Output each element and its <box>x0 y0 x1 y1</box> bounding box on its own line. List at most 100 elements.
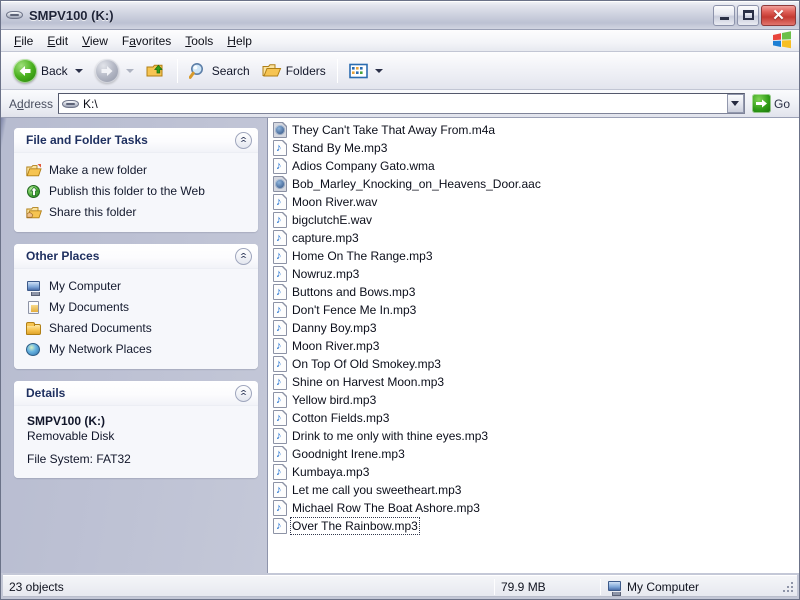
address-input[interactable]: K:\ <box>58 93 745 114</box>
folders-button[interactable]: Folders <box>256 56 332 86</box>
views-button[interactable] <box>343 56 389 86</box>
audio-file-icon: ♪ <box>273 356 287 372</box>
details-volume-name: SMPV100 (K:) <box>27 414 248 429</box>
file-list-item[interactable]: ♪Over The Rainbow.mp3 <box>271 517 799 535</box>
maximize-button[interactable] <box>737 5 759 26</box>
folders-label: Folders <box>286 64 326 78</box>
menu-help[interactable]: Help <box>220 32 259 50</box>
file-list-item[interactable]: ♪Yellow bird.mp3 <box>271 391 799 409</box>
file-list-item[interactable]: ♪Michael Row The Boat Ashore.mp3 <box>271 499 799 517</box>
place-my-computer[interactable]: My Computer <box>26 276 249 297</box>
place-label: My Network Places <box>49 341 152 357</box>
file-list-item[interactable]: Bob_Marley_Knocking_on_Heavens_Door.aac <box>271 175 799 193</box>
details-filesystem: File System: FAT32 <box>27 452 248 467</box>
back-button[interactable]: Back <box>7 56 89 86</box>
status-bar: 23 objects 79.9 MB My Computer <box>3 575 797 597</box>
file-list-item[interactable]: ♪Adios Company Gato.wma <box>271 157 799 175</box>
file-list-item[interactable]: ♪Let me call you sweetheart.mp3 <box>271 481 799 499</box>
address-value: K:\ <box>83 97 723 111</box>
address-dropdown-button[interactable] <box>727 94 744 113</box>
file-list-item[interactable]: ♪Moon River.wav <box>271 193 799 211</box>
audio-file-icon: ♪ <box>273 338 287 354</box>
file-list-item[interactable]: ♪Buttons and Bows.mp3 <box>271 283 799 301</box>
views-dropdown-icon[interactable] <box>375 69 383 73</box>
maximize-icon <box>743 10 754 20</box>
menu-edit[interactable]: Edit <box>40 32 75 50</box>
menu-favorites[interactable]: Favorites <box>115 32 178 50</box>
go-button[interactable]: Go <box>750 93 795 114</box>
task-pane: File and Folder Tasks <box>1 118 267 573</box>
status-total-size: 79.9 MB <box>495 578 600 596</box>
audio-file-icon: ♪ <box>273 500 287 516</box>
file-list-item[interactable]: ♪On Top Of Old Smokey.mp3 <box>271 355 799 373</box>
place-shared-documents[interactable]: Shared Documents <box>26 318 249 339</box>
task-label: Publish this folder to the Web <box>49 183 205 199</box>
minimize-button[interactable] <box>713 5 735 26</box>
file-list-item[interactable]: ♪Kumbaya.mp3 <box>271 463 799 481</box>
file-list-item[interactable]: ♪Moon River.mp3 <box>271 337 799 355</box>
panel-header[interactable]: Details <box>14 381 258 406</box>
file-list[interactable]: They Can't Take That Away From.m4a♪Stand… <box>267 118 799 573</box>
file-name: capture.mp3 <box>292 231 359 245</box>
panel-header[interactable]: Other Places <box>14 244 258 269</box>
menu-file[interactable]: File <box>7 32 40 50</box>
file-list-item[interactable]: ♪Nowruz.mp3 <box>271 265 799 283</box>
file-list-item[interactable]: ♪bigclutchE.wav <box>271 211 799 229</box>
audio-file-icon: ♪ <box>273 158 287 174</box>
status-location: My Computer <box>601 578 781 596</box>
chevron-up-double-icon[interactable] <box>235 248 252 265</box>
file-name: Bob_Marley_Knocking_on_Heavens_Door.aac <box>292 177 541 191</box>
search-button[interactable]: Search <box>183 56 256 86</box>
panel-header[interactable]: File and Folder Tasks <box>14 128 258 153</box>
views-icon <box>349 63 368 79</box>
my-computer-icon <box>26 279 42 295</box>
task-make-new-folder[interactable]: Make a new folder <box>26 160 249 181</box>
explorer-window: SMPV100 (K:) ✕ File Edit View Favorites … <box>0 0 800 600</box>
new-folder-icon <box>26 163 42 179</box>
menu-tools[interactable]: Tools <box>178 32 220 50</box>
file-list-item[interactable]: ♪ capture.mp3 <box>271 229 799 247</box>
back-label: Back <box>41 64 68 78</box>
content-area: File and Folder Tasks <box>1 118 799 573</box>
place-label: My Computer <box>49 278 121 294</box>
minimize-icon <box>720 17 729 20</box>
file-list-item[interactable]: ♪Cotton Fields.mp3 <box>271 409 799 427</box>
shared-documents-icon <box>26 321 42 337</box>
file-list-item[interactable]: ♪Drink to me only with thine eyes.mp3 <box>271 427 799 445</box>
file-list-item[interactable]: ♪Danny Boy.mp3 <box>271 319 799 337</box>
back-dropdown-icon[interactable] <box>75 69 83 73</box>
go-label: Go <box>774 97 790 111</box>
file-list-item[interactable]: They Can't Take That Away From.m4a <box>271 121 799 139</box>
file-list-item[interactable]: ♪Stand By Me.mp3 <box>271 139 799 157</box>
chevron-down-icon <box>731 101 739 106</box>
file-list-item[interactable]: ♪ Home On The Range.mp3 <box>271 247 799 265</box>
close-icon: ✕ <box>772 8 785 23</box>
my-documents-icon <box>26 300 42 316</box>
up-button[interactable] <box>140 56 172 86</box>
place-my-network-places[interactable]: My Network Places <box>26 339 249 360</box>
chevron-up-double-icon[interactable] <box>235 385 252 402</box>
resize-grip[interactable] <box>781 580 795 594</box>
address-label: Address <box>9 97 53 111</box>
back-icon <box>13 59 37 83</box>
file-list-item[interactable]: ♪Don't Fence Me In.mp3 <box>271 301 799 319</box>
file-list-item[interactable]: ♪Goodnight Irene.mp3 <box>271 445 799 463</box>
close-button[interactable]: ✕ <box>761 5 796 26</box>
toolbar-separator <box>177 59 178 83</box>
file-name: Yellow bird.mp3 <box>292 393 376 407</box>
status-object-count: 23 objects <box>3 578 494 596</box>
menu-view[interactable]: View <box>75 32 115 50</box>
task-label: Make a new folder <box>49 162 147 178</box>
place-my-documents[interactable]: My Documents <box>26 297 249 318</box>
panel-title: File and Folder Tasks <box>26 133 235 147</box>
file-name: Goodnight Irene.mp3 <box>292 447 405 461</box>
details-drive-type: Removable Disk <box>27 429 248 444</box>
audio-file-icon: ♪ <box>273 482 287 498</box>
panel-title: Details <box>26 386 235 400</box>
file-list-item[interactable]: ♪Shine on Harvest Moon.mp3 <box>271 373 799 391</box>
task-publish-to-web[interactable]: Publish this folder to the Web <box>26 181 249 202</box>
audio-file-icon: ♪ <box>273 230 287 246</box>
windows-flag-icon <box>771 31 793 50</box>
task-share-this-folder[interactable]: Share this folder <box>26 202 249 223</box>
chevron-up-double-icon[interactable] <box>235 132 252 149</box>
